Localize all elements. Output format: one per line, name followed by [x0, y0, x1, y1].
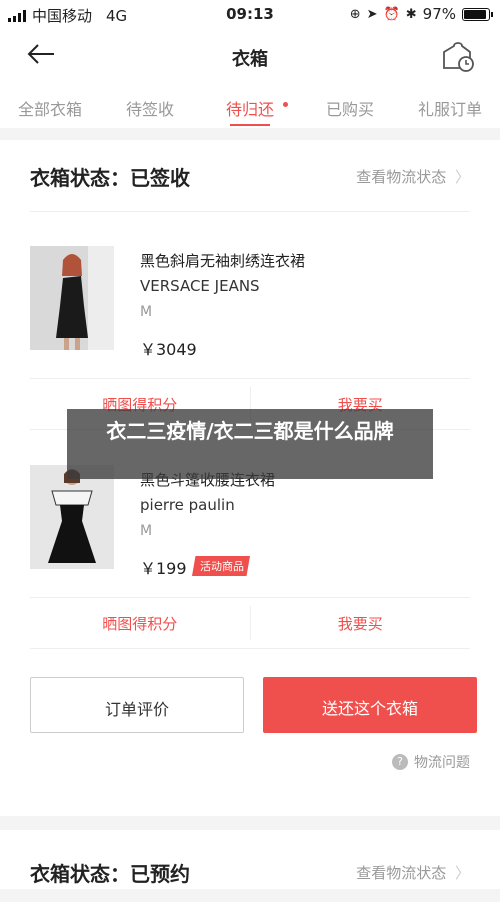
chevron-right-icon: 〉 — [454, 864, 470, 882]
product-price: ￥199 — [140, 559, 187, 578]
review-order-button[interactable]: 订单评价 — [30, 677, 244, 733]
logistics-question-link[interactable]: ? 物流问题 — [392, 752, 470, 772]
item-actions: 晒图得积分 我要买 — [30, 597, 470, 649]
tab-all[interactable]: 全部衣箱 — [0, 84, 100, 128]
product-item[interactable]: 黑色斜肩无袖刺绣连衣裙 VERSACE JEANS M ￥3049 — [30, 246, 470, 359]
bluetooth-icon: ✱ — [405, 6, 417, 22]
status-tabs: 全部衣箱 待签收 待归还 已购买 礼服订单 — [0, 84, 500, 128]
tab-to-sign[interactable]: 待签收 — [100, 84, 200, 128]
box-status: 衣箱状态：已签收 — [30, 166, 190, 190]
nav-bar: 衣箱 — [0, 28, 500, 84]
view-logistics-link[interactable]: 查看物流状态 〉 — [356, 166, 470, 187]
view-logistics-label: 查看物流状态 — [356, 168, 447, 186]
status-bar: 中国移动 4G 09:13 ⊕ ➤ ⏰ ✱ 97% — [0, 0, 500, 28]
product-name: 黑色斜肩无袖刺绣连衣裙 — [140, 252, 306, 270]
view-logistics-label: 查看物流状态 — [356, 864, 447, 882]
product-image — [30, 246, 114, 350]
promo-badge: 活动商品 — [192, 556, 250, 576]
product-brand: pierre paulin — [140, 496, 235, 514]
watermark-overlay: 衣二三疫情/衣二三都是什么品牌 — [67, 409, 433, 479]
box-status: 衣箱状态：已预约 — [30, 862, 190, 886]
buy-button[interactable]: 我要买 — [251, 598, 471, 648]
tab-gown-orders[interactable]: 礼服订单 — [400, 84, 500, 128]
tab-to-return[interactable]: 待归还 — [200, 84, 300, 128]
box-header: 衣箱状态：已签收 查看物流状态 〉 — [30, 140, 470, 212]
lock-rotation-icon: ⊕ — [349, 6, 361, 22]
tab-purchased[interactable]: 已购买 — [300, 84, 400, 128]
product-image — [30, 465, 114, 569]
share-photo-button[interactable]: 晒图得积分 — [30, 598, 250, 648]
alarm-icon: ⏰ — [383, 6, 400, 22]
battery-percent: 97% — [422, 5, 456, 23]
product-size: M — [140, 304, 153, 320]
product-size: M — [140, 523, 153, 539]
question-icon: ? — [392, 754, 408, 770]
chevron-right-icon: 〉 — [454, 168, 470, 186]
battery-icon — [462, 7, 493, 21]
box-header: 衣箱状态：已预约 查看物流状态 〉 — [30, 830, 470, 902]
location-icon: ➤ — [366, 6, 378, 22]
return-box-button[interactable]: 送还这个衣箱 — [263, 677, 477, 733]
view-logistics-link[interactable]: 查看物流状态 〉 — [356, 862, 470, 883]
notification-dot — [283, 102, 288, 107]
wardrobe-box-card: 衣箱状态：已预约 查看物流状态 〉 — [0, 830, 500, 889]
product-price: ￥3049 — [140, 340, 197, 359]
product-item[interactable]: 黑色斗篷收腰连衣裙 pierre paulin M ￥199 活动商品 — [30, 465, 470, 578]
product-brand: VERSACE JEANS — [140, 277, 260, 295]
page-title: 衣箱 — [232, 49, 268, 70]
tab-to-return-label: 待归还 — [225, 100, 274, 119]
logistics-question-label: 物流问题 — [414, 755, 470, 771]
wardrobe-history-icon[interactable] — [440, 38, 476, 74]
